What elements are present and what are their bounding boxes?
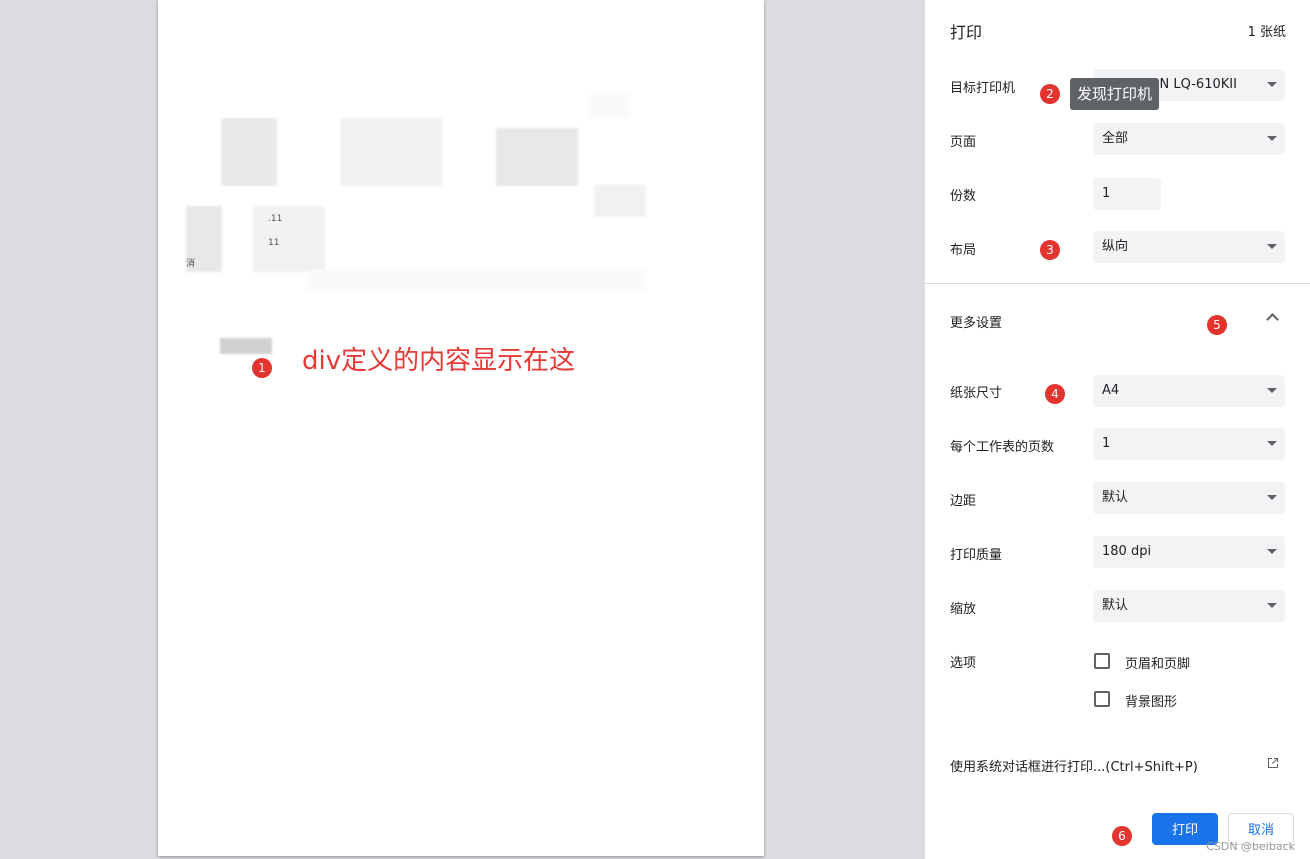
pages-select[interactable]: 全部 [1093, 123, 1285, 155]
blurred-content [306, 270, 646, 290]
print-settings-sidebar: 打印 1 张纸 目标打印机 EPSON LQ-610KII 页面 全部 份数 1… [924, 0, 1310, 859]
divider [925, 283, 1310, 284]
margins-value: 默认 [1102, 490, 1129, 505]
layout-select[interactable]: 纵向 [1093, 231, 1285, 263]
headers-footers-checkbox[interactable] [1094, 653, 1110, 669]
chevron-down-icon [1267, 82, 1277, 87]
chevron-down-icon [1267, 495, 1277, 500]
blurred-content [221, 118, 277, 186]
options-label: 选项 [950, 656, 977, 671]
chevron-down-icon [1267, 549, 1277, 554]
sheet-count: 1 张纸 [1247, 25, 1286, 40]
preview-fragment: 11 [268, 238, 280, 248]
chevron-down-icon [1267, 603, 1277, 608]
background-graphics-label[interactable]: 背景图形 [1125, 691, 1177, 710]
copies-label: 份数 [950, 189, 977, 204]
preview-fragment: .11 [268, 214, 283, 224]
blurred-content [220, 338, 272, 354]
quality-label: 打印质量 [950, 548, 1003, 563]
annotation-marker-3: 3 [1040, 240, 1060, 260]
paper-size-select[interactable]: A4 [1093, 375, 1285, 407]
quality-value: 180 dpi [1102, 544, 1152, 559]
chevron-down-icon [1267, 244, 1277, 249]
paper-size-label: 纸张尺寸 [950, 386, 1003, 401]
chevron-down-icon [1267, 388, 1277, 393]
annotation-marker-6: 6 [1112, 826, 1132, 846]
blurred-content [496, 128, 578, 186]
blurred-content [590, 94, 630, 118]
dialog-title: 打印 [950, 23, 983, 42]
blurred-content [340, 118, 442, 186]
margins-select[interactable]: 默认 [1093, 482, 1285, 514]
annotation-marker-4: 4 [1045, 384, 1065, 404]
annotation-marker-5: 5 [1207, 315, 1227, 335]
annotation-marker-2: 2 [1040, 84, 1060, 104]
blurred-content [253, 206, 325, 272]
scale-select[interactable]: 默认 [1093, 590, 1285, 622]
headers-footers-label[interactable]: 页眉和页脚 [1125, 653, 1190, 672]
pages-label: 页面 [950, 135, 977, 150]
pages-per-sheet-value: 1 [1102, 436, 1111, 451]
pages-per-sheet-label: 每个工作表的页数 [950, 440, 1055, 455]
paper-size-value: A4 [1102, 383, 1120, 398]
print-preview-area: 消 .11 11 1 div定义的内容显示在这 [0, 0, 924, 859]
pages-per-sheet-select[interactable]: 1 [1093, 428, 1285, 460]
watermark: CSDN @beiback [1206, 840, 1295, 853]
chevron-down-icon [1267, 136, 1277, 141]
more-settings-toggle[interactable]: 更多设置 [950, 312, 1002, 331]
margins-label: 边距 [950, 494, 977, 509]
scale-value: 默认 [1102, 598, 1129, 613]
copies-input[interactable]: 1 [1093, 178, 1161, 210]
annotation-caption: div定义的内容显示在这 [302, 346, 576, 376]
chevron-up-icon[interactable] [1266, 313, 1279, 326]
open-external-icon[interactable] [1267, 757, 1279, 769]
layout-value: 纵向 [1102, 239, 1129, 254]
system-dialog-link[interactable]: 使用系统对话框进行打印...(Ctrl+Shift+P) [950, 756, 1198, 775]
preview-page: 消 .11 11 [158, 0, 764, 856]
chevron-down-icon [1267, 441, 1277, 446]
pages-value: 全部 [1102, 131, 1129, 146]
quality-select[interactable]: 180 dpi [1093, 536, 1285, 568]
scale-label: 缩放 [950, 602, 977, 617]
background-graphics-checkbox[interactable] [1094, 691, 1110, 707]
preview-fragment: 消 [186, 259, 196, 269]
blurred-content [594, 185, 646, 217]
layout-label: 布局 [950, 243, 977, 258]
destination-label: 目标打印机 [950, 81, 1016, 96]
annotation-marker-1: 1 [252, 358, 272, 378]
tooltip: 发现打印机 [1070, 78, 1160, 110]
